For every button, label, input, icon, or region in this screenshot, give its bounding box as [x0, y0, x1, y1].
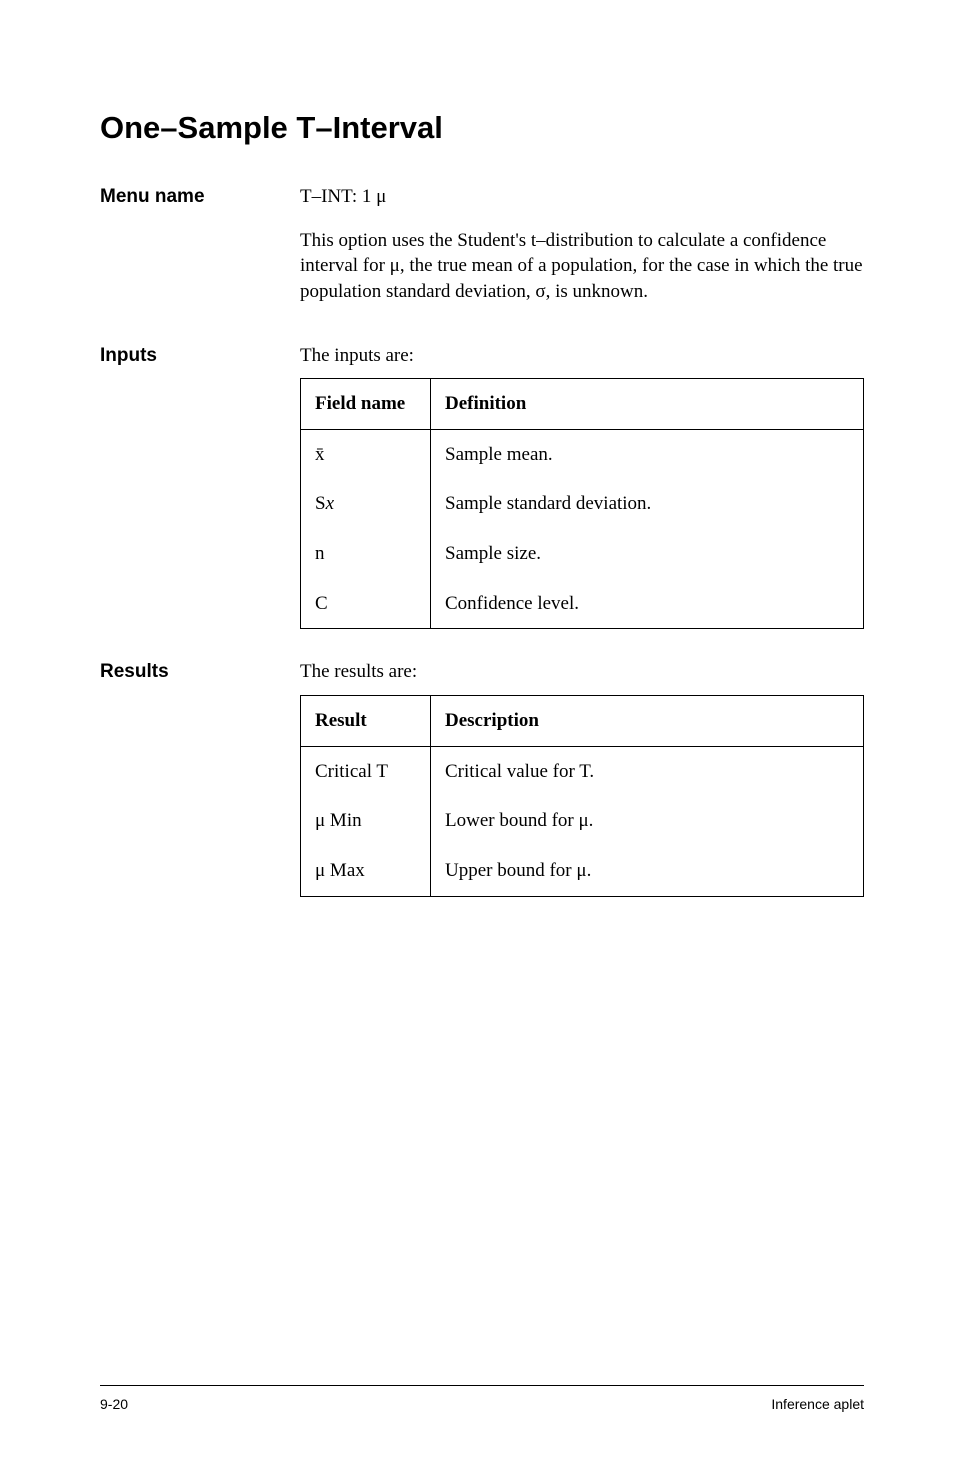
menu-description: This option uses the Student's t–distrib… — [300, 228, 864, 305]
inputs-intro: The inputs are: — [300, 343, 864, 369]
footer-page-number: 9-20 — [100, 1396, 128, 1412]
table-row: μ Min Lower bound for μ. — [301, 796, 864, 846]
input-field: C — [301, 579, 431, 629]
result-name: Critical T — [301, 746, 431, 796]
inputs-label: Inputs — [100, 343, 300, 630]
inputs-table: Field name Definition x̄ Sample mean. Sx… — [300, 378, 864, 629]
results-intro: The results are: — [300, 659, 864, 685]
result-name: μ Max — [301, 846, 431, 896]
input-field: n — [301, 529, 431, 579]
result-description: Lower bound for μ. — [431, 796, 864, 846]
table-row: x̄ Sample mean. — [301, 429, 864, 479]
page-footer: 9-20 Inference aplet — [100, 1385, 864, 1412]
inputs-header-field: Field name — [301, 379, 431, 430]
menu-name-section: Menu name T–INT: 1 μ This option uses th… — [100, 184, 864, 313]
input-field: Sx — [301, 479, 431, 529]
results-table: Result Description Critical T Critical v… — [300, 695, 864, 897]
table-row: n Sample size. — [301, 529, 864, 579]
input-definition: Sample size. — [431, 529, 864, 579]
result-name: μ Min — [301, 796, 431, 846]
footer-section-name: Inference aplet — [771, 1396, 864, 1412]
menu-name-label: Menu name — [100, 184, 300, 313]
results-label: Results — [100, 659, 300, 896]
input-field: x̄ — [301, 429, 431, 479]
table-row: Critical T Critical value for T. — [301, 746, 864, 796]
result-description: Critical value for T. — [431, 746, 864, 796]
results-header-description: Description — [431, 696, 864, 747]
input-definition: Confidence level. — [431, 579, 864, 629]
page-title: One–Sample T–Interval — [100, 110, 864, 146]
table-row: Sx Sample standard deviation. — [301, 479, 864, 529]
table-row: μ Max Upper bound for μ. — [301, 846, 864, 896]
results-header-result: Result — [301, 696, 431, 747]
result-description: Upper bound for μ. — [431, 846, 864, 896]
menu-name-value: T–INT: 1 μ — [300, 184, 864, 210]
input-definition: Sample mean. — [431, 429, 864, 479]
table-row: C Confidence level. — [301, 579, 864, 629]
results-section: Results The results are: Result Descript… — [100, 659, 864, 896]
input-definition: Sample standard deviation. — [431, 479, 864, 529]
inputs-section: Inputs The inputs are: Field name Defini… — [100, 343, 864, 630]
inputs-header-definition: Definition — [431, 379, 864, 430]
